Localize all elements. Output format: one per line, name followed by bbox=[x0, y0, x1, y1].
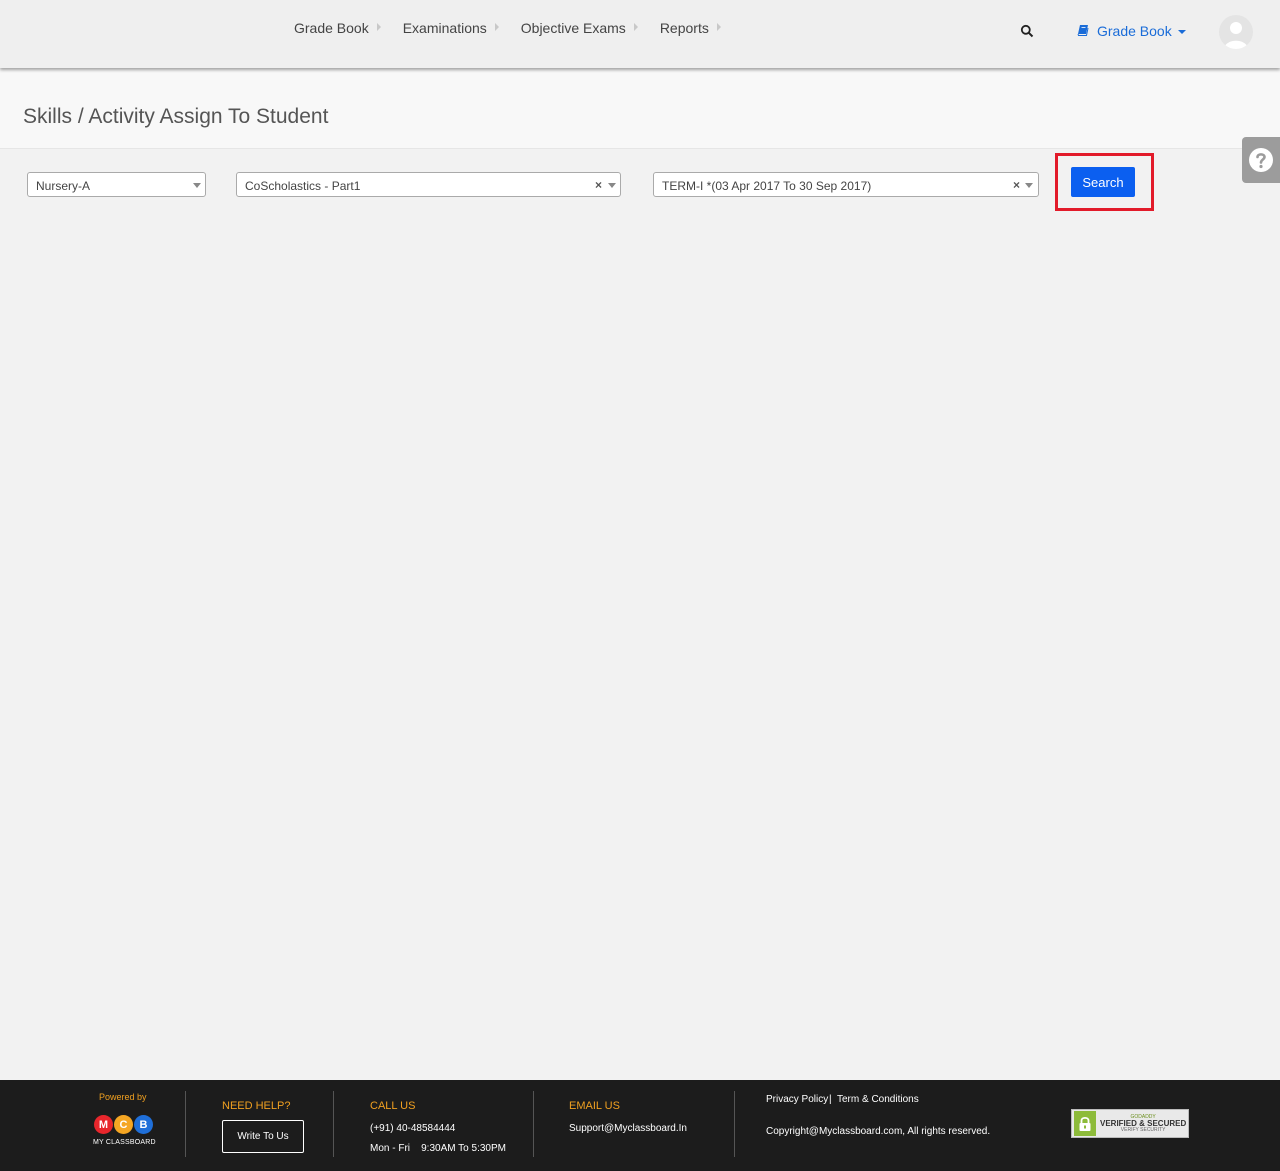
chevron-down-icon bbox=[608, 183, 616, 188]
term-select-value: TERM-I *(03 Apr 2017 To 30 Sep 2017) bbox=[662, 179, 872, 193]
skill-select[interactable]: CoScholastics - Part1 × bbox=[236, 172, 621, 197]
chevron-down-icon bbox=[193, 183, 201, 188]
terms-conditions-link[interactable]: Term & Conditions bbox=[837, 1094, 919, 1105]
phone-number: (+91) 40-48584444 bbox=[370, 1123, 456, 1134]
logo-letter: C bbox=[114, 1115, 133, 1134]
class-select-value: Nursery-A bbox=[36, 179, 91, 193]
mcb-logo: M C B bbox=[94, 1115, 154, 1134]
menu-item-objective-exams[interactable]: Objective Exams bbox=[521, 20, 638, 36]
lock-icon bbox=[1074, 1111, 1096, 1136]
chevron-down-icon bbox=[1025, 183, 1033, 188]
office-hours: Mon - Fri 9:30AM To 5:30PM bbox=[370, 1143, 506, 1154]
security-badge[interactable]: GODADDY VERIFIED & SECURED VERIFY SECURI… bbox=[1071, 1109, 1189, 1138]
divider bbox=[185, 1091, 186, 1157]
clear-icon[interactable]: × bbox=[595, 178, 602, 192]
book-icon bbox=[1077, 23, 1089, 39]
caret-right-icon bbox=[376, 23, 381, 31]
badge-line: VERIFY SECURITY bbox=[1120, 1126, 1166, 1133]
need-help-heading: NEED HELP? bbox=[222, 1100, 291, 1112]
logo-letter: B bbox=[134, 1115, 153, 1134]
divider bbox=[533, 1091, 534, 1157]
avatar[interactable] bbox=[1219, 15, 1253, 49]
menu-item-grade-book[interactable]: Grade Book bbox=[294, 20, 381, 36]
security-badge-text: GODADDY VERIFIED & SECURED VERIFY SECURI… bbox=[1100, 1114, 1186, 1133]
module-dropdown-label: Grade Book bbox=[1097, 23, 1172, 39]
skill-select-value: CoScholastics - Part1 bbox=[245, 179, 361, 193]
menu-item-label: Reports bbox=[659, 20, 709, 36]
caret-right-icon bbox=[633, 23, 638, 31]
chevron-down-icon bbox=[1177, 30, 1186, 34]
help-tab[interactable] bbox=[1242, 137, 1280, 183]
brand-name: MY CLASSBOARD bbox=[93, 1139, 156, 1146]
support-email-link[interactable]: Support@Myclassboard.In bbox=[569, 1123, 687, 1134]
menu-item-label: Grade Book bbox=[294, 20, 369, 36]
divider bbox=[734, 1091, 735, 1157]
write-to-us-button[interactable]: Write To Us bbox=[222, 1120, 304, 1153]
search-button[interactable]: Search bbox=[1071, 167, 1135, 197]
caret-right-icon bbox=[494, 23, 499, 31]
clear-icon[interactable]: × bbox=[1013, 178, 1020, 192]
page-header: Skills / Activity Assign To Student bbox=[0, 68, 1280, 149]
help-icon bbox=[1249, 148, 1273, 172]
page-title: Skills / Activity Assign To Student bbox=[23, 105, 329, 128]
logo-letter: M bbox=[94, 1115, 113, 1134]
class-select[interactable]: Nursery-A bbox=[27, 172, 206, 197]
top-navbar: Grade Book Examinations Objective Exams … bbox=[0, 0, 1280, 68]
footer: Powered by M C B MY CLASSBOARD NEED HELP… bbox=[0, 1080, 1280, 1171]
powered-by-label: Powered by bbox=[99, 1092, 147, 1102]
email-us-heading: EMAIL US bbox=[569, 1100, 620, 1112]
menu-item-label: Objective Exams bbox=[520, 20, 626, 36]
divider bbox=[333, 1091, 334, 1157]
copyright-text: Copyright@Myclassboard.com, All rights r… bbox=[766, 1126, 991, 1137]
term-select[interactable]: TERM-I *(03 Apr 2017 To 30 Sep 2017) × bbox=[653, 172, 1039, 197]
link-separator: | bbox=[829, 1094, 832, 1105]
privacy-policy-link[interactable]: Privacy Policy bbox=[766, 1094, 828, 1105]
module-dropdown[interactable]: Grade Book bbox=[1077, 23, 1186, 39]
caret-right-icon bbox=[716, 23, 721, 31]
menu-item-reports[interactable]: Reports bbox=[660, 20, 721, 36]
main-menu: Grade Book Examinations Objective Exams … bbox=[294, 20, 743, 36]
avatar-icon bbox=[1224, 22, 1248, 49]
menu-item-label: Examinations bbox=[402, 20, 487, 36]
search-icon[interactable] bbox=[1020, 24, 1034, 38]
call-us-heading: CALL US bbox=[370, 1100, 416, 1112]
menu-item-examinations[interactable]: Examinations bbox=[403, 20, 499, 36]
